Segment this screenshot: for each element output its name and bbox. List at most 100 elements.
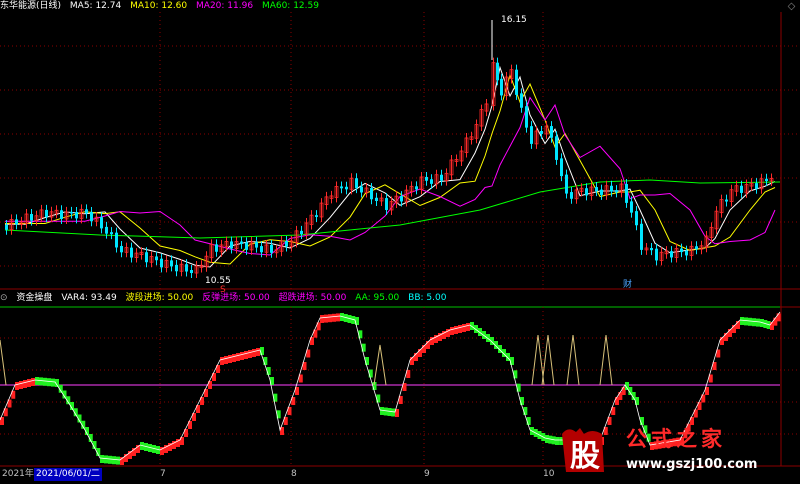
logo-title: 公式之家 <box>626 427 726 451</box>
candle-body <box>170 260 173 267</box>
ma20-line <box>5 96 776 256</box>
candle-body <box>555 136 558 160</box>
candle-body <box>570 192 573 199</box>
indicator-bar <box>27 379 31 387</box>
candle-body <box>115 232 118 248</box>
candle-body <box>740 185 743 193</box>
candle-body <box>160 258 163 268</box>
aa-label: AA: 95.00 <box>355 293 400 303</box>
candle-body <box>595 187 598 192</box>
candle-body <box>110 232 113 235</box>
ma60-label: MA60: 12.59 <box>261 1 319 11</box>
candle-body <box>75 212 78 219</box>
close-icon[interactable]: ◇ <box>786 1 797 12</box>
logo-big-char: 股 <box>570 439 600 474</box>
rebound-entry-label: 反弹进场: 50.00 <box>202 293 270 303</box>
candle-body <box>100 217 103 229</box>
candle-body <box>630 201 633 213</box>
high-price-label: 16.15 <box>501 15 527 25</box>
candle-body <box>145 252 148 263</box>
indicator-bar <box>244 351 248 359</box>
candle-body <box>185 264 188 272</box>
indicator-bar <box>236 353 240 361</box>
month-8: 8 <box>291 469 297 479</box>
candle-body <box>515 69 518 95</box>
logo-url: www.gszj100.com <box>626 457 757 472</box>
candle-body <box>300 230 303 234</box>
low-price-label: 10.55 <box>205 276 231 286</box>
band-entry-spike <box>599 334 613 386</box>
indicator-bar <box>320 315 324 323</box>
candle-body <box>30 214 33 221</box>
indicator-bar <box>220 357 224 365</box>
candlestick-series <box>5 20 774 279</box>
indicator-bar <box>47 378 51 387</box>
indicator-bar <box>391 408 396 417</box>
candle-body <box>270 244 273 253</box>
candle-body <box>260 246 263 253</box>
indicator-bar <box>256 348 260 356</box>
candle-body <box>520 93 523 108</box>
stock-title[interactable]: 东华能源(日线) <box>0 1 61 11</box>
indicator-bar <box>462 324 466 332</box>
indicator-bar <box>328 314 332 323</box>
candle-body <box>650 247 653 251</box>
cursor-date[interactable]: 2021/06/01/二 <box>34 468 102 481</box>
candle-body <box>175 264 178 272</box>
candle-body <box>360 186 363 193</box>
gear-icon[interactable]: ⊙ <box>0 293 8 303</box>
ma5-label: MA5: 12.74 <box>69 1 122 11</box>
indicator-bar <box>387 408 392 416</box>
candle-body <box>565 174 568 194</box>
indicator-bar <box>748 317 752 326</box>
candle-body <box>640 223 643 250</box>
indicator-bar <box>104 455 108 464</box>
candle-body <box>120 245 123 253</box>
candle-body <box>415 186 418 190</box>
indicator-bar <box>43 377 47 386</box>
indicator-bar <box>224 356 228 364</box>
candle-body <box>425 176 428 181</box>
candle-body <box>610 185 613 192</box>
month-9: 9 <box>424 469 430 479</box>
moving-average-lines <box>4 65 781 268</box>
stock-chart-canvas[interactable]: 16.15 10.55 S 财 <box>0 0 800 481</box>
candle-body <box>215 244 218 252</box>
indicator-bar <box>744 317 748 326</box>
indicator-bar <box>756 318 760 327</box>
candle-body <box>560 158 563 177</box>
indicator-bar <box>470 322 474 330</box>
candle-body <box>440 174 443 181</box>
indicator-title[interactable]: 资金操盘 <box>16 293 52 303</box>
candle-body <box>60 210 63 219</box>
indicator-bar <box>108 455 112 464</box>
candle-body <box>530 126 533 144</box>
candle-body <box>430 179 433 184</box>
indicator-bar <box>752 318 756 327</box>
indicator-bar <box>252 349 256 357</box>
candle-body <box>400 196 403 202</box>
oversold-entry-label: 超跌进场: 50.00 <box>278 293 347 303</box>
year-label: 2021年 <box>2 469 34 479</box>
indicator-bar <box>458 325 462 333</box>
candle-body <box>85 209 88 214</box>
candle-body <box>625 184 628 203</box>
candle-body <box>255 241 258 248</box>
candle-body <box>655 248 658 261</box>
candle-body <box>550 126 553 138</box>
indicator-bar <box>100 455 104 463</box>
candle-body <box>240 241 243 244</box>
candle-body <box>15 219 18 225</box>
candle-body <box>670 251 673 258</box>
candle-body <box>725 199 728 202</box>
band-entry-spike <box>373 344 387 386</box>
candle-body <box>45 209 48 218</box>
candle-body <box>70 211 73 214</box>
band-entry-spike <box>566 334 580 386</box>
indicator-bar <box>332 313 336 322</box>
indicator-bar <box>23 380 27 388</box>
candle-body <box>230 241 233 249</box>
band-entry-label: 波段进场: 50.00 <box>125 293 194 303</box>
candle-body <box>370 188 373 200</box>
indicator-bar <box>112 456 116 465</box>
